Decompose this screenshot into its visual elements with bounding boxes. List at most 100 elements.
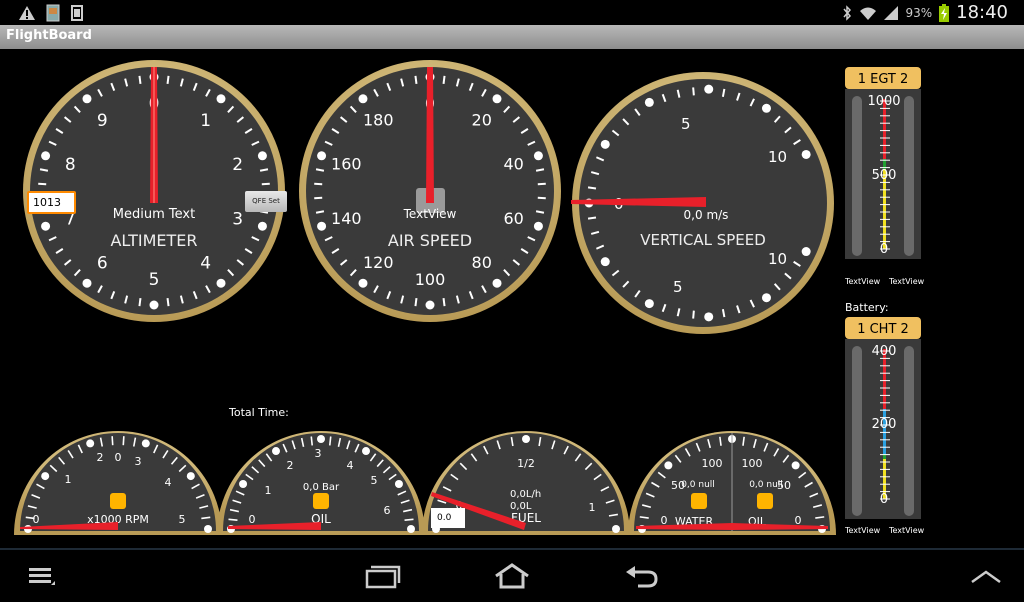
recent-apps-button[interactable] [362,558,402,594]
status-bar: 93% 18:40 [0,0,1024,25]
fuel-input[interactable]: 0.0 [431,508,465,528]
signal-icon [884,5,899,20]
gauge-hub [757,493,773,509]
clock: 18:40 [956,2,1008,23]
minor-tick [138,298,142,307]
airspeed-needle [426,67,434,203]
oil-pressure-gauge: 01234560,0 BarOIL [217,431,425,535]
oil-temp-number: 100 [742,457,763,470]
vertical-speed-gauge: 0 5 10 5 10 0,0 m/s VERTICAL SPEED [571,72,834,334]
egt-left-tube [852,96,862,256]
minor-tick [166,75,170,84]
major-tick-dot [492,278,502,288]
altimeter-medium-text: Medium Text [113,207,195,222]
major-tick-dot [791,461,800,470]
qfe-set-button[interactable]: QFE Set [245,191,287,212]
navigation-bar [0,548,1024,602]
cht-min: 0 [880,492,888,507]
gauge-hub [691,493,707,509]
major-tick-dot [533,221,543,231]
cht-right-tube [904,346,914,516]
gauge-hub [110,493,126,509]
minor-tick [404,518,414,522]
minor-tick [261,182,270,186]
vsi-label-up-10: 10 [768,148,787,166]
egt-mid: 500 [872,168,897,183]
instrument-panel: 0123456789 Medium Text ALTIMETER 0204060… [14,60,925,535]
cht-title: 1 CHT 2 [857,322,909,337]
oil-pressure-number: 5 [371,474,378,487]
major-tick-dot [186,472,195,481]
egt-max: 1000 [867,94,900,109]
major-tick-dot [522,435,530,443]
oil-pressure-value: 0,0 Bar [303,482,340,493]
vsi-major-dot [644,299,654,309]
image-notification-icon [46,4,60,22]
fuel-flow-value: 0,0L/h [510,489,541,500]
egt-left-textview: TextView [844,277,881,286]
cht-mid: 200 [872,417,897,432]
altimeter-needle [150,67,158,203]
home-button[interactable] [492,558,532,594]
minor-tick [414,75,418,84]
dial-number: 140 [331,209,362,228]
minor-tick [314,196,323,200]
oil-pressure-number: 6 [384,504,391,517]
minor-tick [414,298,418,307]
warning-icon [19,6,35,20]
minor-tick [328,436,332,446]
major-tick-dot [216,278,226,288]
vsi-label-down-10: 10 [768,250,787,268]
system-indicators: 93% 18:40 [841,0,1008,25]
bluetooth-icon [843,4,852,21]
vsi-minor-tick [692,87,695,96]
airspeed-textview: TextView [403,207,457,221]
dial-number: 4 [200,253,211,273]
notification-icons [18,3,84,23]
back-arrow-icon [626,566,658,588]
menu-button[interactable] [24,558,60,594]
major-tick-dot [425,300,435,310]
chevron-up-icon [971,570,1001,584]
dial-number: 180 [363,111,394,130]
minor-tick [38,182,47,186]
vsi-major-dot [761,103,771,113]
rpm-number: 0 [33,513,40,526]
oil-pressure-number: 2 [287,459,294,472]
cht-left-tube [852,346,862,516]
qfe-input[interactable]: 1013 [27,191,76,214]
fuel-number: 1 [589,501,596,514]
vsi-major-dot [704,312,714,322]
rpm-gauge: 012 3450x1000 RPM [14,431,222,535]
minor-tick [138,75,142,84]
battery-charging-icon [939,3,950,22]
vsi-value: 0,0 m/s [684,208,729,222]
minor-tick [537,196,546,200]
vsi-major-dot [704,84,714,94]
major-tick-dot [272,447,280,456]
menu-icon [29,568,55,585]
dial-number: 80 [472,253,492,272]
minor-tick [442,75,446,84]
vsi-major-dot [600,257,610,267]
expand-button[interactable] [966,558,1006,594]
major-tick-dot [86,439,95,448]
dial-number: 1 [200,111,211,131]
dial-number: 2 [232,155,243,175]
dial-number: 40 [504,155,524,174]
major-tick-dot [257,151,267,161]
major-tick-dot [41,472,50,481]
egt-title: 1 EGT 2 [858,72,909,87]
major-tick-dot [82,278,92,288]
airspeed-gauge: 020406080100120140160180 TextView AIR SP… [299,60,561,322]
home-icon [495,563,529,589]
rpm-number: 3 [135,455,142,468]
dial-number: 20 [472,111,492,130]
minor-tick [537,182,546,186]
rpm-value: 0 [115,451,122,464]
temperature-gauge: 050100 1005000,0 null 0,0 nullWATER OIL [628,431,836,535]
total-time-label: Total Time: [228,406,289,419]
battery-percent: 93% [905,5,933,20]
back-button[interactable] [622,558,662,594]
rpm-number: 4 [165,476,172,489]
